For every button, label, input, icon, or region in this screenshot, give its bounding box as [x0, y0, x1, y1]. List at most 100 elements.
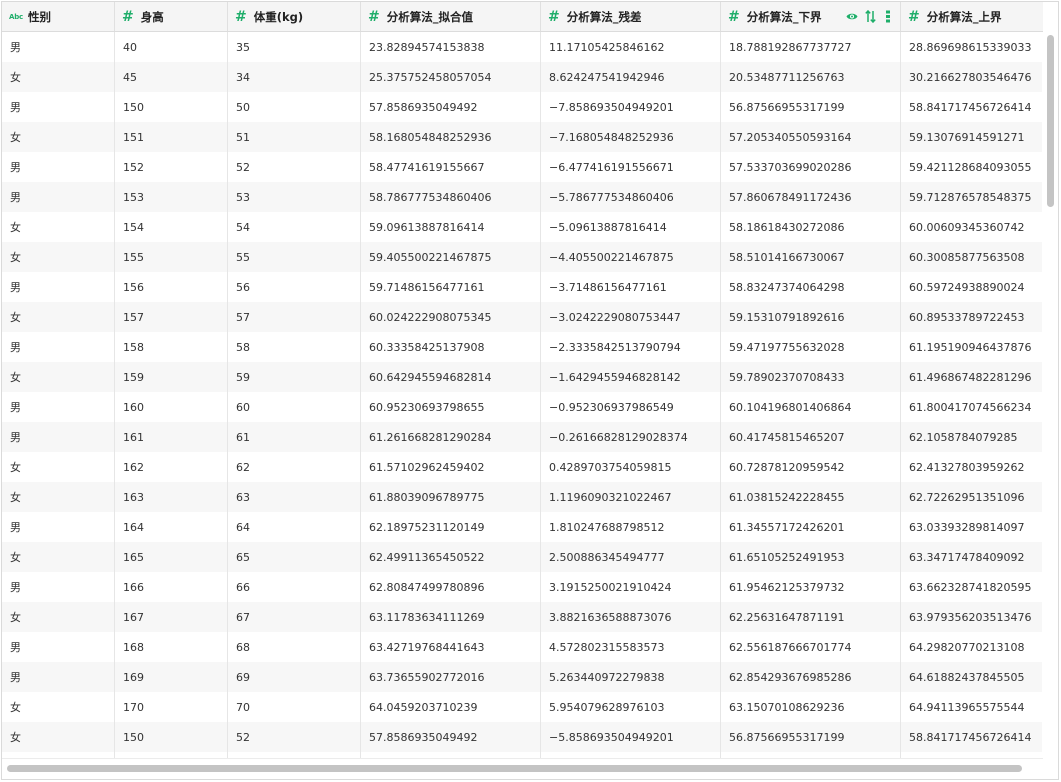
cell-weight[interactable]: 56 [228, 272, 361, 302]
cell-height[interactable]: 167 [115, 602, 228, 632]
cell-upper-bound[interactable]: 61.800417074566234 [901, 392, 1043, 422]
cell-fitted[interactable]: 62.49911365450522 [361, 542, 541, 572]
cell-lower-bound[interactable]: 56.87566955317199 [721, 92, 901, 122]
cell-weight[interactable]: 52 [228, 722, 361, 752]
table-row[interactable]: 女 163 63 61.88039096789775 1.119609032102246… [2, 482, 1043, 512]
cell-lower-bound[interactable]: 62.25631647871191 [721, 602, 901, 632]
cell-residual[interactable]: −7.168054848252936 [541, 122, 721, 152]
cell-gender[interactable]: 女 [2, 452, 115, 482]
cell-gender[interactable]: 男 [2, 272, 115, 302]
cell-weight[interactable]: 70 [228, 692, 361, 722]
cell-height[interactable]: 163 [115, 482, 228, 512]
cell-upper-bound[interactable]: 58.841717456726414 [901, 92, 1043, 122]
cell-fitted[interactable]: 62.18975231120149 [361, 512, 541, 542]
cell-fitted[interactable]: 61.57102962459402 [361, 452, 541, 482]
cell-residual[interactable]: −3.71486156477161 [541, 272, 721, 302]
cell-upper-bound[interactable]: 59.421128684093055 [901, 152, 1043, 182]
table-row[interactable]: 男 160 60 60.95230693798655 −0.95230693798654… [2, 392, 1043, 422]
table-row[interactable]: 女 159 59 60.642945594682814 −1.6429455946828… [2, 362, 1043, 392]
cell-gender[interactable]: 男 [2, 32, 115, 62]
cell-gender[interactable]: 男 [2, 632, 115, 662]
cell-residual[interactable]: 0.4289703754059815 [541, 452, 721, 482]
cell-lower-bound[interactable]: 61.95462125379732 [721, 572, 901, 602]
cell-lower-bound[interactable]: 59.15310791892616 [721, 302, 901, 332]
cell-height[interactable]: 153 [115, 182, 228, 212]
table-row[interactable]: 女 165 65 62.49911365450522 2.500886345494777… [2, 542, 1043, 572]
cell-gender[interactable]: 男 [2, 332, 115, 362]
cell-lower-bound[interactable]: 63.15070108629236 [721, 692, 901, 722]
cell-residual[interactable]: −3.0242229080753447 [541, 302, 721, 332]
table-row[interactable]: 女 162 62 61.57102962459402 0.428970375405981… [2, 452, 1043, 482]
cell-gender[interactable]: 女 [2, 122, 115, 152]
cell-weight[interactable]: 50 [228, 92, 361, 122]
cell-gender[interactable]: 女 [2, 542, 115, 572]
cell-residual[interactable]: 2.500886345494777 [541, 542, 721, 572]
cell-weight[interactable]: 35 [228, 32, 361, 62]
table-row[interactable]: 男 40 35 23.82894574153838 11.17105425846162 1… [2, 32, 1043, 62]
cell-weight[interactable]: 34 [228, 62, 361, 92]
cell-fitted[interactable]: 60.024222908075345 [361, 302, 541, 332]
cell-gender[interactable]: 女 [2, 302, 115, 332]
cell-gender[interactable]: 女 [2, 692, 115, 722]
cell-lower-bound[interactable]: 62.854293676985286 [721, 662, 901, 692]
cell-upper-bound[interactable]: 64.61882437845505 [901, 662, 1043, 692]
eye-icon[interactable] [846, 10, 858, 24]
cell-weight[interactable]: 68 [228, 632, 361, 662]
table-row[interactable]: 男 152 52 58.47741619155667 −6.47741619155667… [2, 152, 1043, 182]
cell-height[interactable]: 159 [115, 362, 228, 392]
cell-fitted[interactable]: 63.42719768441643 [361, 632, 541, 662]
cell-residual[interactable]: 11.17105425846162 [541, 32, 721, 62]
cell-residual[interactable]: 3.8821636588873076 [541, 602, 721, 632]
table-row[interactable]: 女 154 54 59.09613887816414 −5.09613887816414… [2, 212, 1043, 242]
table-row[interactable]: 男 150 50 57.8586935049492 −7.858693504949201… [2, 92, 1043, 122]
cell-gender[interactable]: 男 [2, 662, 115, 692]
cell-residual[interactable]: −2.3335842513790794 [541, 332, 721, 362]
column-header-lower-bound[interactable]: # 分析算法_下界 [721, 2, 901, 31]
table-row[interactable]: 男 158 58 60.33358425137908 −2.33358425137907… [2, 332, 1043, 362]
cell-weight[interactable]: 66 [228, 572, 361, 602]
cell-fitted[interactable]: 60.95230693798655 [361, 392, 541, 422]
cell-upper-bound[interactable]: 60.59724938890024 [901, 272, 1043, 302]
cell-fitted[interactable]: 61.88039096789775 [361, 482, 541, 512]
cell-lower-bound[interactable]: 60.41745815465207 [721, 422, 901, 452]
cell-residual[interactable]: 1.810247688798512 [541, 512, 721, 542]
cell-gender[interactable]: 男 [2, 572, 115, 602]
cell-gender[interactable]: 男 [2, 512, 115, 542]
cell-weight[interactable]: 65 [228, 542, 361, 572]
table-row[interactable]: 女 170 70 64.0459203710239 5.954079628976103 6… [2, 692, 1043, 722]
cell-fitted[interactable]: 61.261668281290284 [361, 422, 541, 452]
cell-height[interactable]: 157 [115, 302, 228, 332]
cell-residual[interactable]: 8.624247541942946 [541, 62, 721, 92]
cell-weight[interactable]: 57 [228, 302, 361, 332]
cell-fitted[interactable]: 58.786777534860406 [361, 182, 541, 212]
cell-residual[interactable]: −0.26166828129028374 [541, 422, 721, 452]
cell-weight[interactable]: 51 [228, 122, 361, 152]
cell-gender[interactable]: 女 [2, 212, 115, 242]
cell-upper-bound[interactable]: 30.216627803546476 [901, 62, 1043, 92]
cell-height[interactable]: 151 [115, 122, 228, 152]
cell-gender[interactable]: 男 [2, 182, 115, 212]
cell-height[interactable]: 168 [115, 632, 228, 662]
vertical-scrollbar[interactable] [1042, 32, 1058, 760]
cell-residual[interactable]: 5.263440972279838 [541, 662, 721, 692]
cell-lower-bound[interactable]: 61.34557172426201 [721, 512, 901, 542]
cell-height[interactable]: 45 [115, 62, 228, 92]
cell-height[interactable]: 160 [115, 392, 228, 422]
cell-weight[interactable]: 63 [228, 482, 361, 512]
cell-weight[interactable]: 58 [228, 332, 361, 362]
cell-lower-bound[interactable]: 58.51014166730067 [721, 242, 901, 272]
cell-residual[interactable]: 5.954079628976103 [541, 692, 721, 722]
cell-fitted[interactable]: 25.375752458057054 [361, 62, 541, 92]
cell-residual[interactable]: −0.952306937986549 [541, 392, 721, 422]
cell-height[interactable]: 170 [115, 692, 228, 722]
cell-lower-bound[interactable]: 59.78902370708433 [721, 362, 901, 392]
cell-fitted[interactable]: 58.47741619155667 [361, 152, 541, 182]
cell-upper-bound[interactable]: 64.94113965575544 [901, 692, 1043, 722]
cell-fitted[interactable]: 59.71486156477161 [361, 272, 541, 302]
cell-height[interactable]: 164 [115, 512, 228, 542]
cell-lower-bound[interactable]: 62.556187666701774 [721, 632, 901, 662]
cell-fitted[interactable]: 59.405500221467875 [361, 242, 541, 272]
column-header-fitted[interactable]: # 分析算法_拟合值 [361, 2, 541, 31]
column-header-gender[interactable]: Abc 性别 [2, 2, 115, 31]
cell-residual[interactable]: −5.09613887816414 [541, 212, 721, 242]
